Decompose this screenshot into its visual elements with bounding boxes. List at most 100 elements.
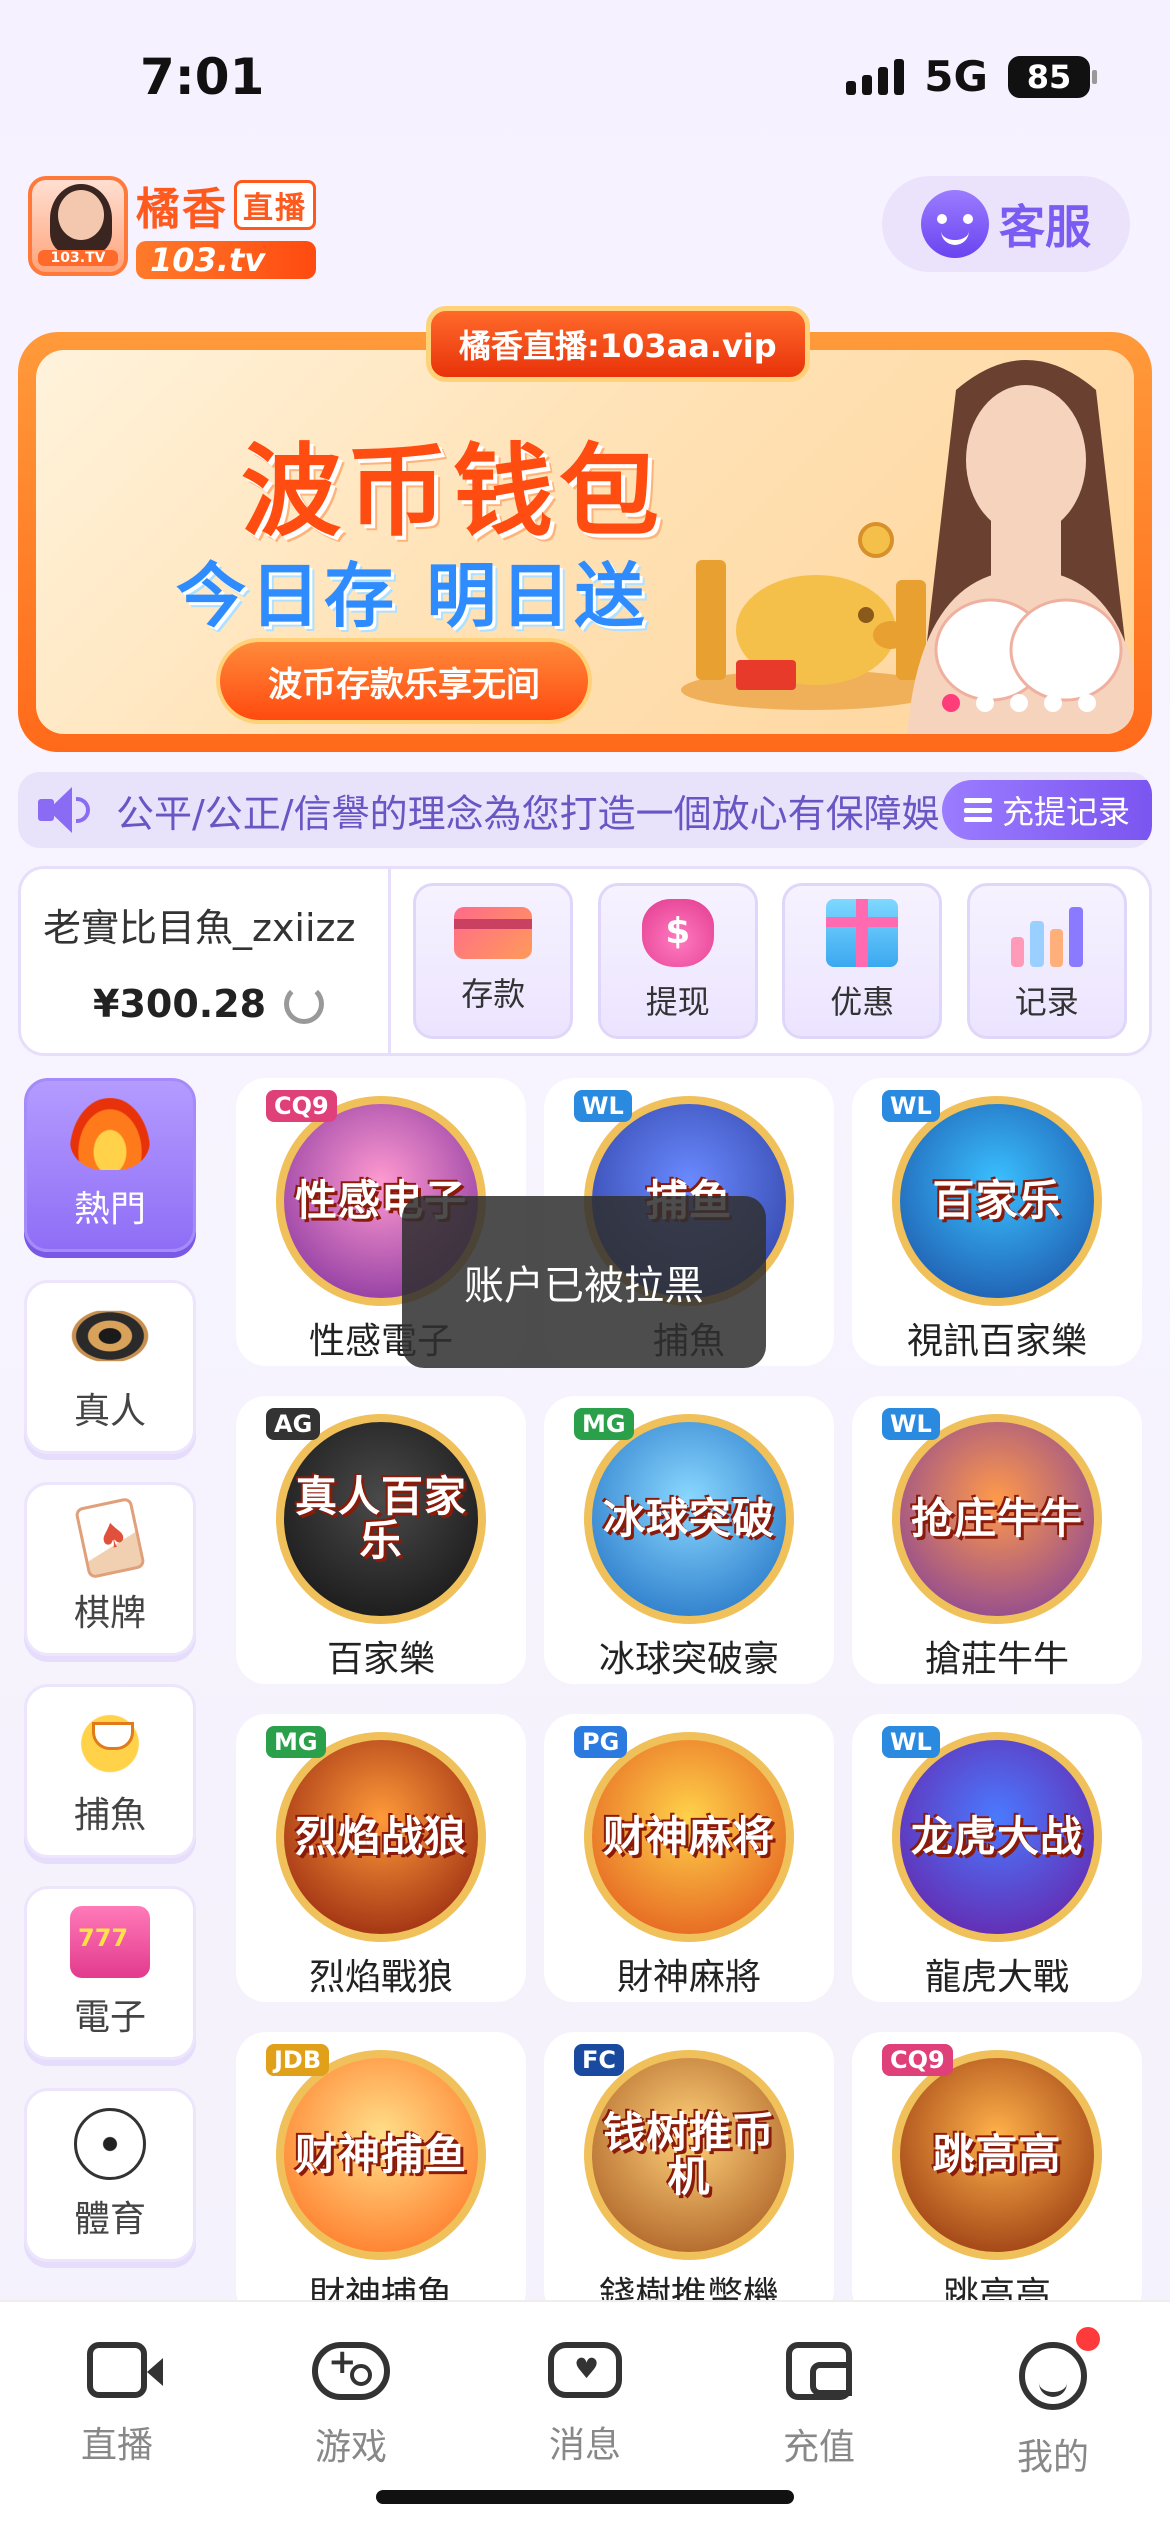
game-card[interactable]: WL 百家乐視訊百家樂 bbox=[852, 1078, 1142, 1366]
tab-label: 游戏 bbox=[314, 2427, 387, 2468]
status-indicators: 5G 85 bbox=[846, 52, 1097, 101]
game-thumbnail: 龙虎大战 bbox=[892, 1732, 1102, 1942]
logo-domain: 103.tv bbox=[136, 241, 316, 279]
promo-banner[interactable]: 波币钱包 今日存 明日送 波币存款乐享无间 橘香直播:103aa.vip bbox=[18, 306, 1152, 752]
game-thumbnail: 财神捕鱼 bbox=[276, 2050, 486, 2260]
pagination-dot[interactable] bbox=[1044, 694, 1062, 712]
game-card[interactable]: MG 冰球突破冰球突破豪 bbox=[544, 1396, 834, 1684]
game-name: 百家樂 bbox=[326, 1639, 435, 1680]
banner-title: 波币钱包 bbox=[241, 433, 665, 550]
game-thumbnail: 抢庄牛牛 bbox=[892, 1414, 1102, 1624]
deposit-button[interactable]: 存款 bbox=[413, 883, 574, 1039]
banner-pagination[interactable] bbox=[942, 694, 1096, 712]
game-card[interactable]: WL 龙虎大战 龍虎大戰 bbox=[852, 1714, 1142, 2002]
category-label: 棋牌 bbox=[73, 1593, 146, 1634]
notification-dot bbox=[1073, 2324, 1103, 2354]
game-thumbnail: 冰球突破 bbox=[584, 1414, 794, 1624]
game-card[interactable]: AG 真人百家乐百家樂 bbox=[236, 1396, 526, 1684]
app-logo: 103.TV 橘香 直播 103.tv bbox=[28, 176, 344, 279]
headset-icon bbox=[921, 190, 989, 258]
playing-card-icon bbox=[74, 1496, 146, 1580]
game-card[interactable]: CQ9 跳高高 跳高高 bbox=[852, 2032, 1142, 2320]
game-thumbnail: 百家乐 bbox=[892, 1096, 1102, 1306]
category-live[interactable]: 真人 bbox=[24, 1280, 196, 1454]
tab-label: 充值 bbox=[782, 2427, 855, 2468]
provider-badge: MG bbox=[266, 1726, 326, 1758]
game-thumbnail: 真人百家乐 bbox=[276, 1414, 486, 1624]
gift-icon bbox=[826, 899, 899, 967]
game-thumbnail-title: 抢庄牛牛 bbox=[910, 1493, 1083, 1543]
customer-service-button[interactable]: 客服 bbox=[882, 176, 1130, 272]
withdraw-button[interactable]: 提现 bbox=[597, 883, 758, 1039]
tab-profile[interactable]: 我的 bbox=[973, 2324, 1133, 2532]
game-thumbnail-title: 百家乐 bbox=[932, 1175, 1062, 1225]
game-thumbnail: 烈焰战狼 bbox=[276, 1732, 486, 1942]
game-thumbnail: 跳高高 bbox=[892, 2050, 1102, 2260]
account-panel: 老實比目魚_zxiizz ¥300.28 存款 提现 优惠 记录 bbox=[18, 866, 1152, 1056]
recharge-record-label: 充提记录 bbox=[1001, 793, 1130, 831]
game-card[interactable]: WL 抢庄牛牛搶莊牛牛 bbox=[852, 1396, 1142, 1684]
provider-badge: MG bbox=[574, 1408, 634, 1440]
game-card[interactable]: JDB 财神捕鱼 財神捕魚 bbox=[236, 2032, 526, 2320]
game-name: 視訊百家樂 bbox=[906, 1321, 1087, 1362]
game-card[interactable]: PG 财神麻将 財神麻將 bbox=[544, 1714, 834, 2002]
records-button[interactable]: 记录 bbox=[966, 883, 1127, 1039]
provider-badge: WL bbox=[882, 1408, 940, 1440]
game-thumbnail: 财神麻将 bbox=[584, 1732, 794, 1942]
tab-label: 我的 bbox=[1016, 2437, 1089, 2478]
promotions-button[interactable]: 优惠 bbox=[782, 883, 943, 1039]
provider-badge: AG bbox=[266, 1408, 321, 1440]
balance-amount: ¥300.28 bbox=[93, 981, 267, 1026]
game-thumbnail-title: 钱树推币机 bbox=[602, 2107, 775, 2201]
banner-subtitle: 今日存 明日送 bbox=[176, 555, 649, 637]
tab-label: 消息 bbox=[548, 2425, 621, 2466]
category-cards[interactable]: 棋牌 bbox=[24, 1482, 196, 1656]
pagination-dot[interactable] bbox=[942, 694, 960, 712]
list-icon bbox=[963, 798, 992, 822]
category-slots[interactable]: 電子 bbox=[24, 1886, 196, 2060]
category-label: 電子 bbox=[73, 1997, 146, 2038]
category-label: 真人 bbox=[73, 1391, 146, 1432]
category-fishing[interactable]: 捕魚 bbox=[24, 1684, 196, 1858]
message-icon bbox=[548, 2342, 622, 2398]
category-label: 體育 bbox=[73, 2199, 146, 2240]
category-hot[interactable]: 熱門 bbox=[24, 1078, 196, 1252]
username: 老實比目魚_zxiizz bbox=[43, 905, 356, 950]
video-camera-icon bbox=[87, 2342, 163, 2398]
logo-avatar: 103.TV bbox=[28, 176, 128, 276]
announcement-marquee[interactable]: 公平/公正/信譽的理念為您打造一個放心有保障娛 充提记录 bbox=[18, 772, 1152, 848]
logo-live-tag: 直播 bbox=[234, 180, 316, 230]
category-label: 捕魚 bbox=[73, 1795, 146, 1836]
game-thumbnail-title: 冰球突破 bbox=[602, 1493, 775, 1543]
provider-badge: PG bbox=[574, 1726, 628, 1758]
game-thumbnail-title: 龙虎大战 bbox=[910, 1811, 1083, 1861]
shark-icon bbox=[70, 1704, 150, 1776]
category-label: 熱門 bbox=[73, 1189, 146, 1230]
tab-live[interactable]: 直播 bbox=[37, 2342, 197, 2532]
game-name: 搶莊牛牛 bbox=[924, 1639, 1069, 1680]
promotions-label: 优惠 bbox=[830, 983, 895, 1021]
refresh-icon[interactable] bbox=[284, 983, 325, 1024]
battery-level: 85 bbox=[1026, 57, 1072, 96]
records-label: 记录 bbox=[1014, 983, 1079, 1021]
category-sidebar: 熱門 真人 棋牌 捕魚 電子 體育 bbox=[24, 1078, 196, 2290]
signal-icon bbox=[846, 58, 905, 95]
game-card[interactable]: MG 烈焰战狼 烈焰戰狼 bbox=[236, 1714, 526, 2002]
banner-cta-button[interactable]: 波币存款乐享无间 bbox=[216, 638, 592, 724]
pagination-dot[interactable] bbox=[976, 694, 994, 712]
provider-badge: WL bbox=[882, 1090, 940, 1122]
game-name: 冰球突破豪 bbox=[598, 1639, 779, 1680]
category-sports[interactable]: 體育 bbox=[24, 2088, 196, 2262]
game-thumbnail-title: 财神捕鱼 bbox=[294, 2129, 467, 2179]
provider-badge: CQ9 bbox=[882, 2044, 953, 2076]
soccer-ball-icon bbox=[74, 2108, 146, 2180]
customer-service-label: 客服 bbox=[999, 200, 1091, 254]
battery-icon: 85 bbox=[1008, 55, 1097, 98]
money-bag-icon bbox=[641, 899, 714, 967]
game-card[interactable]: FC 钱树推币机 錢樹推幣機 bbox=[544, 2032, 834, 2320]
pagination-dot[interactable] bbox=[1078, 694, 1096, 712]
pagination-dot[interactable] bbox=[1010, 694, 1028, 712]
recharge-record-button[interactable]: 充提记录 bbox=[941, 780, 1152, 840]
home-indicator[interactable] bbox=[376, 2490, 794, 2504]
provider-badge: FC bbox=[574, 2044, 625, 2076]
